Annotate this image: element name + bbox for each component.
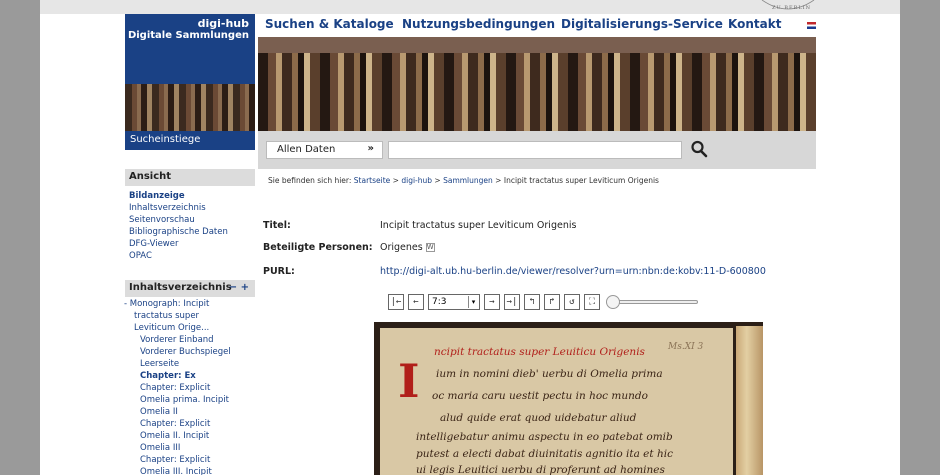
- viewer-toolbar: |← ← 7:3 ▾ → →| ↰ ↱ ↺ ⛶: [388, 293, 698, 311]
- rotate-right-icon[interactable]: ↱: [544, 294, 560, 310]
- ansicht-list: Bildanzeige Inhaltsverzeichnis Seitenvor…: [129, 190, 255, 262]
- persons-value: Origenes: [380, 242, 423, 253]
- illuminated-initial: I: [398, 354, 420, 408]
- university-seal-logo: ZU BERLIN: [761, 0, 815, 11]
- first-page-icon[interactable]: |←: [388, 294, 404, 310]
- hero-books-image: [258, 53, 816, 131]
- reset-rotation-icon[interactable]: ↺: [564, 294, 580, 310]
- view-opac[interactable]: OPAC: [129, 250, 255, 262]
- dropdown-arrow-icon: ▾: [468, 296, 478, 308]
- toc-item[interactable]: Omelia II: [124, 406, 256, 418]
- breadcrumb-sammlungen[interactable]: Sammlungen: [443, 176, 493, 185]
- breadcrumb-digi-hub[interactable]: digi-hub: [401, 176, 432, 185]
- double-chevron-down-icon: »: [367, 143, 374, 154]
- shelfmark: Ms.XI 3: [668, 342, 704, 352]
- page: ZU BERLIN digi-hub Digitale Sammlungen S…: [40, 0, 900, 475]
- last-page-icon[interactable]: →|: [504, 294, 520, 310]
- search-bar: Allen Daten »: [258, 131, 816, 169]
- view-bibliographische-daten[interactable]: Bibliographische Daten: [129, 226, 255, 238]
- toc-item[interactable]: Vorderer Einband: [124, 334, 256, 346]
- inhaltsverzeichnis-heading: Inhaltsverzeichnis − +: [125, 280, 255, 297]
- toc-item[interactable]: Omelia III: [124, 442, 256, 454]
- breadcrumb-startseite[interactable]: Startseite: [354, 176, 390, 185]
- nav-nutzungsbedingungen[interactable]: Nutzungsbedingungen: [402, 17, 555, 31]
- manuscript-page: I Ms.XI 3 ncipit tractatus super Leuitic…: [380, 328, 733, 475]
- zoom-select[interactable]: 7:3 ▾: [428, 294, 480, 310]
- title-label: Titel:: [263, 220, 291, 231]
- hero-banner: [258, 37, 816, 131]
- next-page-icon[interactable]: →: [484, 294, 500, 310]
- toc-item[interactable]: Omelia prima. Incipit: [124, 394, 256, 406]
- breadcrumb: Sie befinden sich hier: Startseite > dig…: [268, 176, 659, 185]
- sucheinstiege-link[interactable]: Sucheinstiege: [125, 131, 255, 150]
- persons-label: Beteiligte Personen:: [263, 242, 373, 253]
- brand-block[interactable]: digi-hub Digitale Sammlungen: [125, 14, 255, 131]
- purl-label: PURL:: [263, 266, 295, 277]
- nav-suchen-kataloge[interactable]: Suchen & Kataloge: [265, 17, 394, 31]
- manuscript-line: ium in nomini dieb' uerbu di Omelia prim…: [436, 368, 663, 380]
- fullscreen-icon[interactable]: ⛶: [584, 294, 600, 310]
- view-bildanzeige[interactable]: Bildanzeige: [129, 190, 255, 202]
- brand-title[interactable]: digi-hub: [198, 18, 249, 30]
- english-flag-icon[interactable]: [807, 22, 816, 29]
- title-value: Incipit tractatus super Leviticum Origen…: [380, 220, 577, 231]
- ansicht-heading: Ansicht: [125, 169, 255, 186]
- search-scope-select[interactable]: Allen Daten »: [266, 141, 383, 159]
- rotate-left-icon[interactable]: ↰: [524, 294, 540, 310]
- toc-item-active[interactable]: Chapter: Ex: [124, 370, 256, 382]
- collapse-expand-controls[interactable]: − +: [229, 282, 249, 293]
- search-scope-value: Allen Daten: [277, 144, 336, 155]
- manuscript-line: intelligebatur animu aspectu in eo pateb…: [416, 431, 673, 443]
- main-nav: Suchen & Kataloge Nutzungsbedingungen Di…: [265, 14, 825, 36]
- toc-root[interactable]: - Monograph: Incipit tractatus super Lev…: [124, 298, 224, 334]
- prev-page-icon[interactable]: ←: [408, 294, 424, 310]
- nav-kontakt[interactable]: Kontakt: [728, 17, 781, 31]
- manuscript-line: ncipit tractatus super Leuiticu Origenis: [434, 346, 645, 358]
- purl-value-wrap: http://digi-alt.ub.hu-berlin.de/viewer/r…: [380, 266, 766, 277]
- logo-text: ZU BERLIN: [772, 5, 811, 11]
- view-dfg-viewer[interactable]: DFG-Viewer: [129, 238, 255, 250]
- view-seitenvorschau[interactable]: Seitenvorschau: [129, 214, 255, 226]
- manuscript-line: alud quide erat quod uidebatur aliud: [440, 412, 637, 424]
- persons-value-wrap: Origenes W: [380, 242, 435, 253]
- breadcrumb-current: Incipit tractatus super Leviticum Origen…: [503, 176, 659, 185]
- zoom-slider-handle[interactable]: [606, 295, 620, 309]
- nav-digitalisierungs-service[interactable]: Digitalisierungs-Service: [561, 17, 723, 31]
- view-inhaltsverzeichnis[interactable]: Inhaltsverzeichnis: [129, 202, 255, 214]
- toc-item[interactable]: Chapter: Explicit: [124, 454, 256, 466]
- book-spine: [736, 326, 763, 475]
- toc-item[interactable]: Chapter: Explicit: [124, 382, 256, 394]
- zoom-value: 7:3: [432, 297, 447, 307]
- manuscript-image[interactable]: I Ms.XI 3 ncipit tractatus super Leuitic…: [374, 322, 763, 475]
- purl-link[interactable]: http://digi-alt.ub.hu-berlin.de/viewer/r…: [380, 266, 766, 277]
- toc-item[interactable]: Omelia II. Incipit: [124, 430, 256, 442]
- manuscript-line: putest a electi dabat diuinitatis agniti…: [416, 448, 673, 460]
- brand-subtitle: Digitale Sammlungen: [127, 30, 249, 41]
- toc-tree: - Monograph: Incipit tractatus super Lev…: [124, 298, 256, 475]
- zoom-slider[interactable]: [606, 294, 698, 310]
- toc-item[interactable]: Chapter: Explicit: [124, 418, 256, 430]
- search-icon[interactable]: [690, 139, 708, 159]
- toc-item[interactable]: Leerseite: [124, 358, 256, 370]
- wikipedia-icon[interactable]: W: [425, 243, 435, 252]
- manuscript-line: oc maria caru uestit pectu in hoc mundo: [432, 390, 648, 402]
- manuscript-line: ui legis Leuitici uerbu di proferunt ad …: [416, 464, 665, 475]
- toc-item[interactable]: Omelia III. Incipit: [124, 466, 256, 475]
- toc-item[interactable]: Vorderer Buchspiegel: [124, 346, 256, 358]
- search-input[interactable]: [388, 141, 682, 159]
- brand-photo: [125, 84, 255, 131]
